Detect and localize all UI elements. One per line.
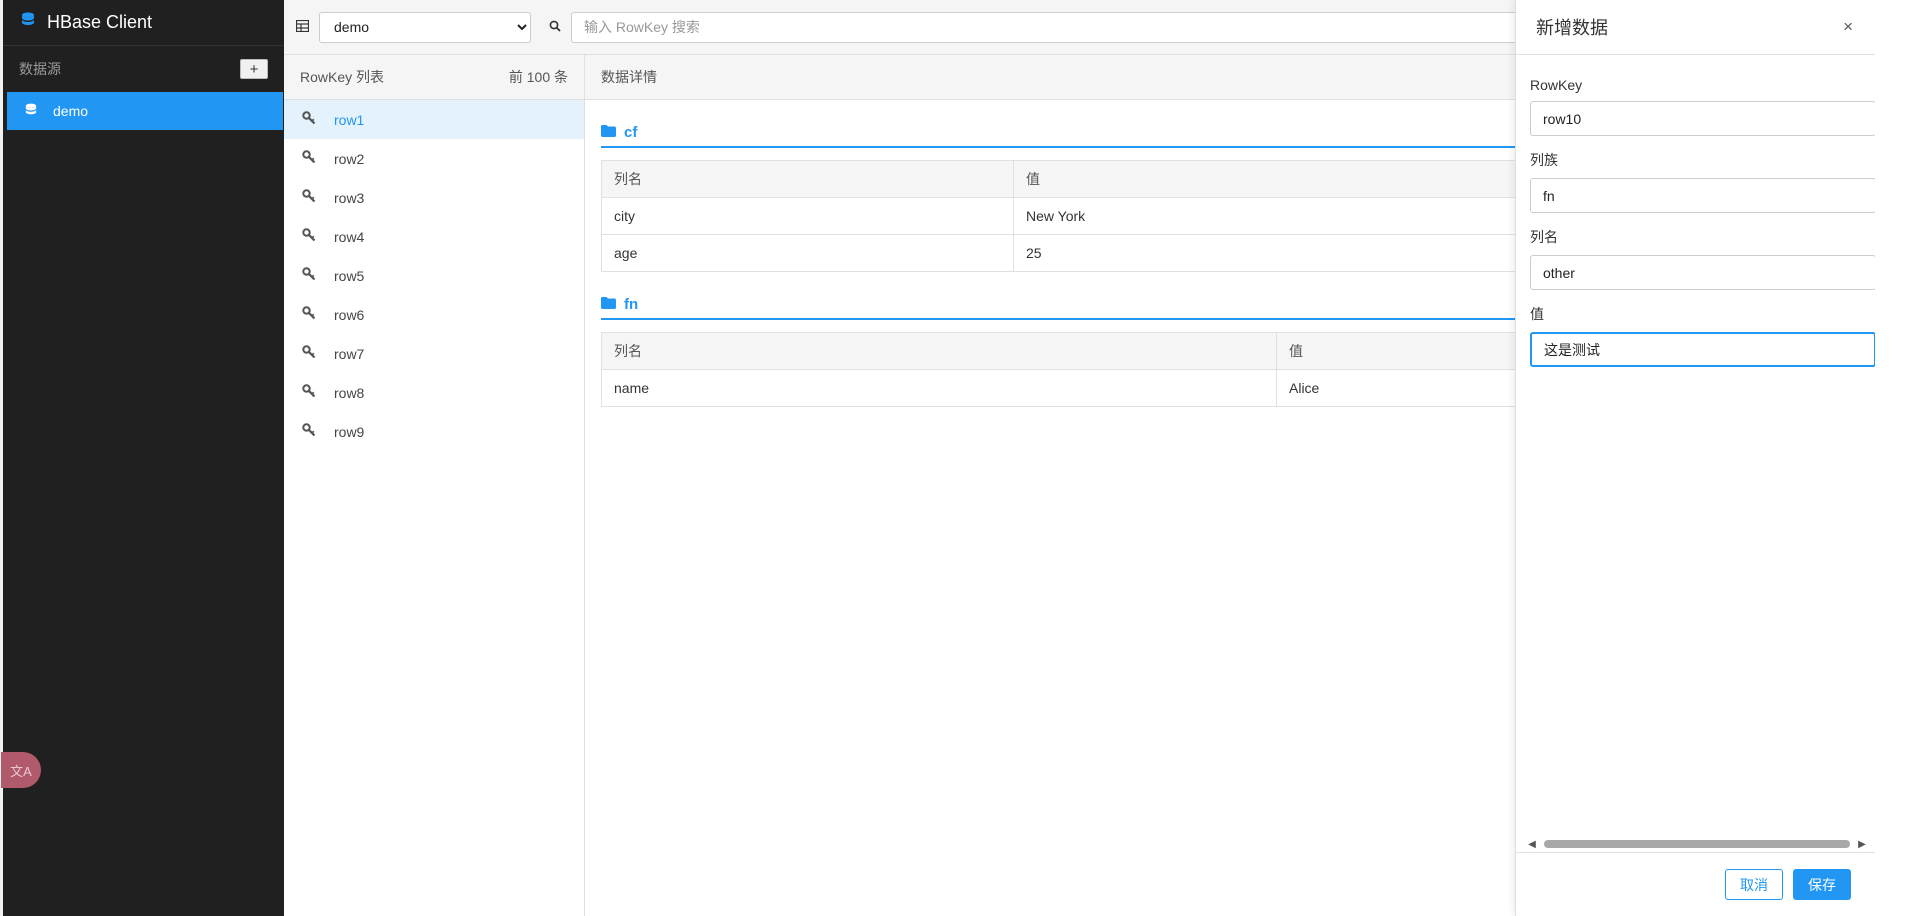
table-row[interactable]: city New York bbox=[601, 197, 1601, 235]
save-button[interactable]: 保存 bbox=[1793, 869, 1851, 900]
drawer-footer: 取消 保存 bbox=[1516, 852, 1875, 916]
drawer-title: 新增数据 bbox=[1536, 18, 1608, 38]
key-icon bbox=[302, 306, 316, 323]
rowkey-list-item[interactable]: row4 bbox=[284, 217, 584, 256]
horizontal-scrollbar[interactable]: ◀ ▶ bbox=[1524, 836, 1870, 852]
column-family-fn: fn 列名 值 name Alice bbox=[601, 294, 1601, 407]
datasource-section-label: 数据源 bbox=[19, 61, 61, 77]
rowkey-count-label: 前 100 条 bbox=[508, 69, 568, 85]
rowkey-label: row2 bbox=[334, 150, 365, 167]
scroll-left-icon[interactable]: ◀ bbox=[1524, 839, 1540, 850]
value-field-label: 值 bbox=[1530, 306, 1544, 322]
key-icon bbox=[302, 150, 316, 167]
close-icon[interactable]: × bbox=[1843, 17, 1853, 37]
rowkey-list-item[interactable]: row6 bbox=[284, 295, 584, 334]
key-icon bbox=[302, 384, 316, 401]
datasource-header: 数据源 + bbox=[3, 46, 284, 92]
rowkey-label: row8 bbox=[334, 384, 365, 401]
key-icon bbox=[302, 423, 316, 440]
rowkey-label: row1 bbox=[334, 111, 365, 128]
translate-icon: 文A bbox=[10, 763, 32, 779]
drawer-header: 新增数据 × bbox=[1516, 0, 1875, 55]
database-icon bbox=[21, 12, 35, 33]
column-family-title: cf bbox=[601, 122, 1601, 148]
add-data-form: RowKey 列族 列名 值 bbox=[1516, 55, 1876, 381]
column-header-value: 值 bbox=[1013, 160, 1601, 198]
rowkey-list-item[interactable]: row1 bbox=[284, 100, 584, 139]
datasource-label: demo bbox=[53, 103, 89, 119]
rowkey-search-input[interactable] bbox=[571, 11, 1571, 43]
column-header-name: 列名 bbox=[601, 332, 1277, 370]
datasource-item-demo[interactable]: demo bbox=[7, 92, 283, 130]
rowkey-label: row4 bbox=[334, 228, 365, 245]
right-gutter bbox=[1875, 0, 1917, 916]
column-family-title: fn bbox=[601, 294, 1601, 320]
column-name-field[interactable] bbox=[1530, 255, 1876, 290]
add-datasource-button[interactable]: + bbox=[240, 59, 268, 79]
rowkey-panel-title: RowKey 列表 bbox=[300, 69, 385, 85]
rowkey-label: row7 bbox=[334, 345, 365, 362]
column-family-field[interactable] bbox=[1530, 178, 1876, 213]
rowkey-panel: RowKey 列表 前 100 条 row1 row2 row3 row4 row5 ro… bbox=[284, 55, 585, 916]
rowkey-field-label: RowKey bbox=[1530, 77, 1583, 93]
column-family-cf: cf 列名 值 city New York age 25 bbox=[601, 122, 1601, 272]
rowkey-label: row9 bbox=[334, 423, 365, 440]
column-header-name: 列名 bbox=[601, 160, 1014, 198]
sidebar: HBase Client 数据源 + demo 文A bbox=[0, 0, 284, 916]
rowkey-list-item[interactable]: row2 bbox=[284, 139, 584, 178]
cell-column-name: name bbox=[601, 369, 1277, 407]
key-icon bbox=[302, 111, 316, 128]
table-icon bbox=[295, 19, 310, 35]
detail-panel-title: 数据详情 bbox=[601, 69, 657, 85]
column-family-name: cf bbox=[624, 123, 638, 141]
cells-table: 列名 值 name Alice bbox=[601, 332, 1601, 407]
key-icon bbox=[302, 267, 316, 284]
column-field-label: 列名 bbox=[1530, 229, 1558, 245]
table-select[interactable]: demo bbox=[319, 11, 531, 43]
rowkey-list-item[interactable]: row7 bbox=[284, 334, 584, 373]
database-icon bbox=[25, 103, 37, 120]
translate-button[interactable]: 文A bbox=[1, 752, 41, 788]
key-icon bbox=[302, 228, 316, 245]
rowkey-label: row3 bbox=[334, 189, 365, 206]
folder-icon bbox=[601, 124, 616, 141]
value-field[interactable] bbox=[1530, 332, 1876, 367]
cancel-button[interactable]: 取消 bbox=[1725, 869, 1783, 900]
rowkey-field[interactable] bbox=[1530, 101, 1876, 136]
table-row[interactable]: age 25 bbox=[601, 234, 1601, 272]
family-field-label: 列族 bbox=[1530, 152, 1558, 168]
cell-column-name: age bbox=[601, 234, 1014, 272]
key-icon bbox=[302, 189, 316, 206]
rowkey-label: row6 bbox=[334, 306, 365, 323]
table-header-row: 列名 值 bbox=[601, 160, 1601, 198]
column-family-name: fn bbox=[624, 295, 639, 313]
rowkey-list: row1 row2 row3 row4 row5 row6 row7 row8 row9 bbox=[284, 100, 584, 451]
rowkey-panel-header: RowKey 列表 前 100 条 bbox=[284, 55, 584, 100]
scrollbar-thumb[interactable] bbox=[1544, 840, 1850, 848]
rowkey-list-item[interactable]: row9 bbox=[284, 412, 584, 451]
key-icon bbox=[302, 345, 316, 362]
rowkey-list-item[interactable]: row3 bbox=[284, 178, 584, 217]
table-header-row: 列名 值 bbox=[601, 332, 1601, 370]
rowkey-label: row5 bbox=[334, 267, 365, 284]
cell-value: New York bbox=[1013, 197, 1601, 235]
cell-column-name: city bbox=[601, 197, 1014, 235]
app-title: HBase Client bbox=[47, 12, 153, 32]
folder-icon bbox=[601, 296, 616, 313]
app-brand: HBase Client bbox=[3, 0, 284, 46]
scroll-right-icon[interactable]: ▶ bbox=[1854, 839, 1870, 850]
rowkey-list-item[interactable]: row5 bbox=[284, 256, 584, 295]
rowkey-list-item[interactable]: row8 bbox=[284, 373, 584, 412]
cells-table: 列名 值 city New York age 25 bbox=[601, 160, 1601, 272]
scrollbar-track[interactable] bbox=[1540, 839, 1854, 849]
add-data-drawer: 新增数据 × RowKey 列族 列名 值 ◀ ▶ 取消 保存 bbox=[1515, 0, 1876, 916]
search-icon bbox=[549, 19, 561, 35]
cell-value: 25 bbox=[1013, 234, 1601, 272]
table-row[interactable]: name Alice bbox=[601, 369, 1601, 407]
